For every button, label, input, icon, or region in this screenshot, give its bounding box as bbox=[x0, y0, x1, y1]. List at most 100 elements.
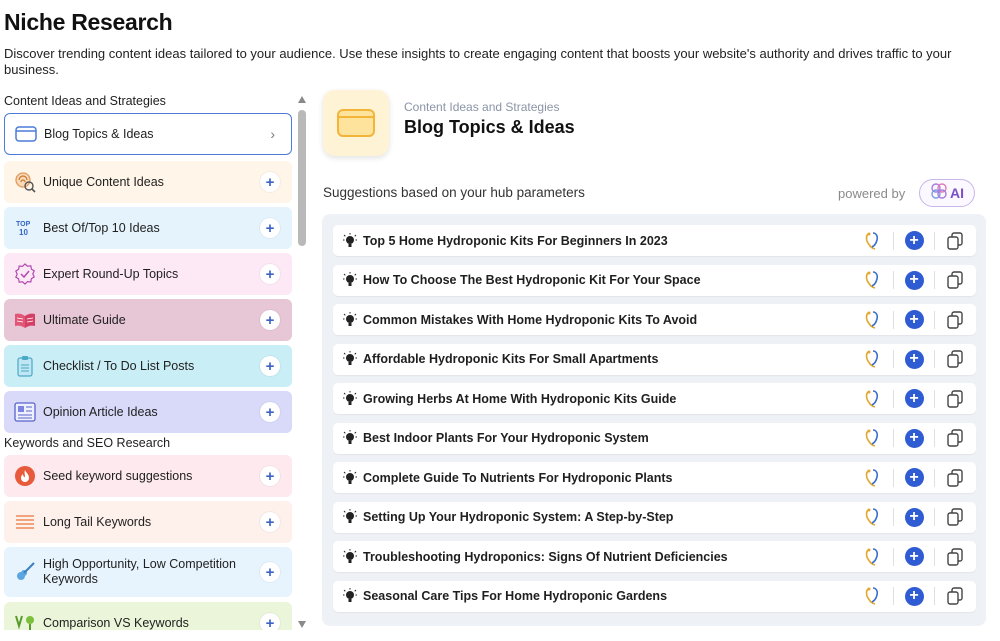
lightbulb-icon bbox=[342, 548, 358, 565]
sidebar-item-high-opportunity[interactable]: High Opportunity, Low Competition Keywor… bbox=[4, 547, 292, 597]
sidebar-item-blog-topics[interactable]: Blog Topics & Ideas › bbox=[4, 113, 292, 155]
open-book-icon bbox=[14, 309, 36, 331]
add-suggestion-button[interactable]: + bbox=[903, 506, 925, 528]
add-suggestion-button[interactable]: + bbox=[903, 585, 925, 607]
sidebar-item-expert-roundup[interactable]: Expert Round-Up Topics + bbox=[4, 253, 292, 295]
plus-circle-icon: + bbox=[904, 349, 924, 369]
copy-icon[interactable] bbox=[944, 546, 966, 568]
add-icon[interactable]: + bbox=[260, 356, 280, 376]
suggestion-row[interactable]: Seasonal Care Tips For Home Hydroponic G… bbox=[333, 580, 976, 612]
suggestion-row[interactable]: Best Indoor Plants For Your Hydroponic S… bbox=[333, 422, 976, 454]
browser-window-icon bbox=[323, 90, 389, 156]
add-icon[interactable]: + bbox=[260, 264, 280, 284]
sidebar-item-label: Comparison VS Keywords bbox=[43, 615, 189, 630]
add-icon[interactable]: + bbox=[260, 310, 280, 330]
divider bbox=[893, 468, 894, 487]
copy-icon[interactable] bbox=[944, 585, 966, 607]
divider bbox=[893, 350, 894, 368]
sidebar-item-ultimate-guide[interactable]: Ultimate Guide + bbox=[4, 299, 292, 341]
lightbulb-icon bbox=[342, 311, 358, 328]
rewrite-icon[interactable] bbox=[862, 546, 884, 568]
add-suggestion-button[interactable]: + bbox=[903, 467, 925, 489]
add-icon[interactable]: + bbox=[260, 172, 280, 192]
ai-badge: AI bbox=[919, 179, 975, 207]
suggestions-label: Suggestions based on your hub parameters bbox=[323, 185, 585, 200]
sidebar-item-checklist[interactable]: Checklist / To Do List Posts + bbox=[4, 345, 292, 387]
section-label-keywords: Keywords and SEO Research bbox=[4, 436, 171, 450]
page-title: Niche Research bbox=[4, 9, 173, 35]
lightbulb-icon bbox=[342, 588, 358, 604]
rewrite-icon[interactable] bbox=[862, 348, 884, 370]
versus-icon bbox=[14, 612, 36, 630]
add-suggestion-button[interactable]: + bbox=[903, 348, 925, 370]
scroll-up-arrow-icon[interactable] bbox=[298, 96, 306, 103]
sidebar-item-opinion-article[interactable]: Opinion Article Ideas + bbox=[4, 391, 292, 433]
add-suggestion-button[interactable]: + bbox=[903, 309, 925, 331]
add-suggestion-button[interactable]: + bbox=[903, 427, 925, 449]
sidebar-item-seed-keywords[interactable]: Seed keyword suggestions + bbox=[4, 455, 292, 497]
lightbulb-icon bbox=[342, 390, 358, 407]
suggestion-text: Common Mistakes With Home Hydroponic Kit… bbox=[363, 312, 698, 327]
copy-icon[interactable] bbox=[944, 388, 966, 410]
badge-check-icon bbox=[14, 263, 36, 285]
suggestion-row[interactable]: Affordable Hydroponic Kits For Small Apa… bbox=[333, 343, 976, 375]
sidebar: Content Ideas and Strategies Blog Topics… bbox=[0, 92, 312, 630]
copy-icon[interactable] bbox=[944, 309, 966, 331]
add-suggestion-button[interactable]: + bbox=[903, 388, 925, 410]
add-icon[interactable]: + bbox=[260, 466, 280, 486]
divider bbox=[934, 350, 935, 368]
add-suggestion-button[interactable]: + bbox=[903, 230, 925, 252]
add-icon[interactable]: + bbox=[260, 218, 280, 238]
scroll-thumb[interactable] bbox=[298, 110, 306, 246]
suggestion-row[interactable]: How To Choose The Best Hydroponic Kit Fo… bbox=[333, 264, 976, 296]
rewrite-icon[interactable] bbox=[862, 585, 884, 607]
plus-circle-icon: + bbox=[904, 428, 924, 448]
scroll-down-arrow-icon[interactable] bbox=[298, 621, 306, 628]
suggestion-text: Affordable Hydroponic Kits For Small Apa… bbox=[363, 352, 659, 366]
add-icon[interactable]: + bbox=[260, 512, 280, 532]
rewrite-icon[interactable] bbox=[862, 506, 884, 528]
brain-icon bbox=[930, 182, 948, 205]
add-icon[interactable]: + bbox=[260, 562, 280, 582]
rewrite-icon[interactable] bbox=[862, 309, 884, 331]
add-icon[interactable]: + bbox=[260, 613, 280, 630]
guitar-icon bbox=[14, 561, 36, 583]
suggestion-row[interactable]: Troubleshooting Hydroponics: Signs Of Nu… bbox=[333, 541, 976, 572]
rewrite-icon[interactable] bbox=[862, 269, 884, 291]
sidebar-item-comparison-vs[interactable]: Comparison VS Keywords + bbox=[4, 602, 292, 630]
sidebar-item-best-of-top10[interactable]: TOP 10 Best Of/Top 10 Ideas + bbox=[4, 207, 292, 249]
copy-icon[interactable] bbox=[944, 348, 966, 370]
suggestion-text: Complete Guide To Nutrients For Hydropon… bbox=[363, 470, 673, 485]
copy-icon[interactable] bbox=[944, 230, 966, 252]
ai-label: AI bbox=[950, 185, 964, 201]
add-suggestion-button[interactable]: + bbox=[903, 546, 925, 568]
suggestion-row[interactable]: Common Mistakes With Home Hydroponic Kit… bbox=[333, 304, 976, 335]
add-icon[interactable]: + bbox=[260, 402, 280, 422]
rewrite-icon[interactable] bbox=[862, 427, 884, 449]
plus-circle-icon: + bbox=[904, 507, 924, 527]
divider bbox=[934, 271, 935, 289]
suggestion-row[interactable]: Setting Up Your Hydroponic System: A Ste… bbox=[333, 501, 976, 533]
sidebar-item-long-tail[interactable]: Long Tail Keywords + bbox=[4, 501, 292, 543]
sidebar-scrollbar[interactable] bbox=[296, 92, 308, 630]
lightbulb-icon bbox=[342, 469, 358, 486]
divider bbox=[934, 389, 935, 408]
sidebar-item-unique-content[interactable]: Unique Content Ideas + bbox=[4, 161, 292, 203]
suggestion-row[interactable]: Growing Herbs At Home With Hydroponic Ki… bbox=[333, 383, 976, 414]
copy-icon[interactable] bbox=[944, 269, 966, 291]
suggestion-row[interactable]: Complete Guide To Nutrients For Hydropon… bbox=[333, 462, 976, 493]
suggestion-text: Seasonal Care Tips For Home Hydroponic G… bbox=[363, 589, 668, 603]
rewrite-icon[interactable] bbox=[862, 230, 884, 252]
copy-icon[interactable] bbox=[944, 506, 966, 528]
add-suggestion-button[interactable]: + bbox=[903, 269, 925, 291]
copy-icon[interactable] bbox=[944, 467, 966, 489]
copy-icon[interactable] bbox=[944, 427, 966, 449]
rewrite-icon[interactable] bbox=[862, 388, 884, 410]
clipboard-icon bbox=[14, 355, 36, 377]
sidebar-item-label: Seed keyword suggestions bbox=[43, 468, 193, 483]
suggestion-row[interactable]: Top 5 Home Hydroponic Kits For Beginners… bbox=[333, 225, 976, 256]
divider bbox=[893, 429, 894, 447]
rewrite-icon[interactable] bbox=[862, 467, 884, 489]
lightbulb-icon bbox=[342, 351, 358, 367]
sidebar-item-label: Blog Topics & Ideas bbox=[44, 126, 154, 141]
